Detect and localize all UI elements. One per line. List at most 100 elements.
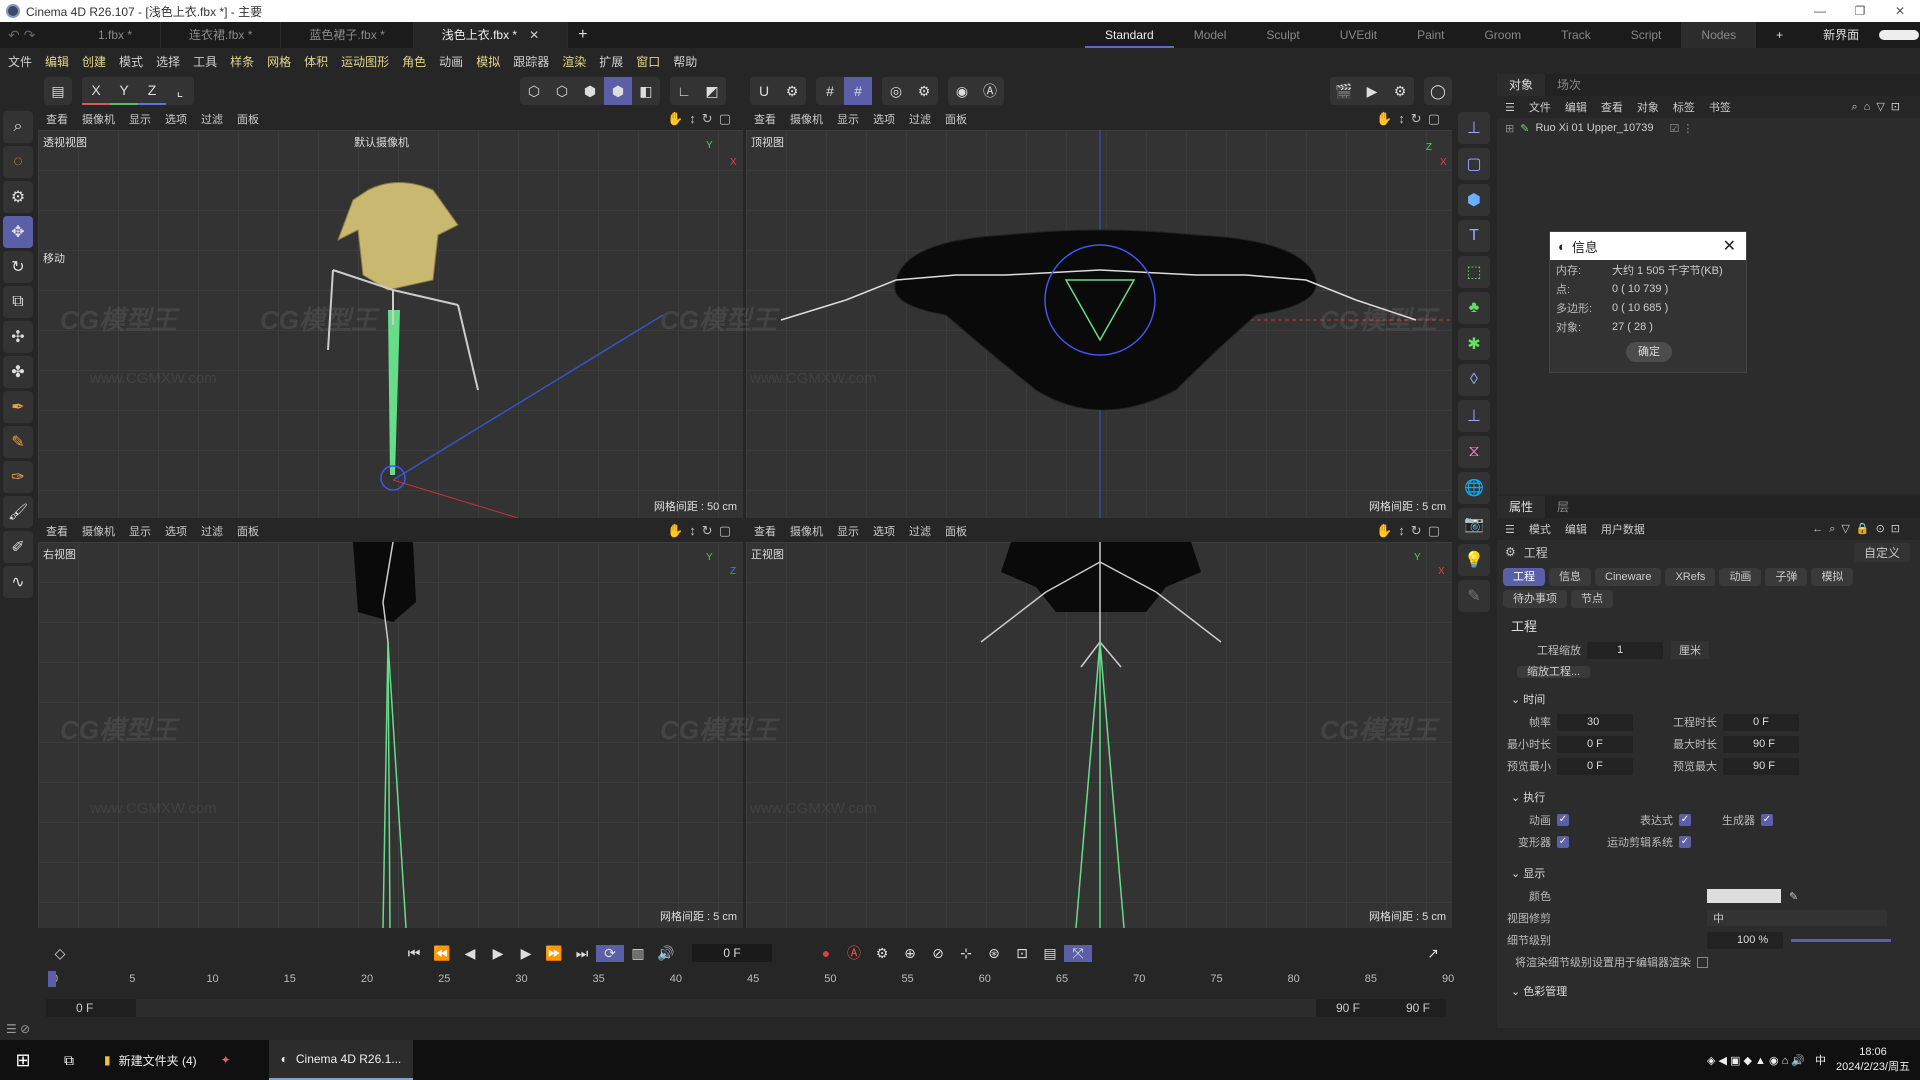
viewport-solo-icon[interactable]: ◉	[948, 77, 976, 105]
viewport-nav-icons[interactable]: ✋↕↻▢	[667, 523, 737, 539]
deformer-icon[interactable]: ◊	[1458, 364, 1490, 396]
keyframe-diamond-icon[interactable]: ◇	[46, 945, 74, 962]
x-axis-lock[interactable]: X	[82, 77, 110, 105]
transfer-tool-icon[interactable]: ✣	[3, 321, 33, 353]
sky-icon[interactable]: 🌐	[1458, 472, 1490, 504]
layout-script[interactable]: Script	[1611, 22, 1682, 48]
vp-menu-display[interactable]: 显示	[129, 111, 151, 127]
render-to-picture-viewer-icon[interactable]: ▶	[1358, 77, 1386, 105]
vp-menu-display[interactable]: 显示	[129, 523, 151, 539]
menu-edit[interactable]: 编辑	[45, 53, 69, 70]
effector-icon[interactable]: ✱	[1458, 328, 1490, 360]
om-menu-view[interactable]: 查看	[1601, 99, 1623, 115]
preview-min-input[interactable]: 0 F	[1557, 757, 1633, 775]
am-menu-userdata[interactable]: 用户数据	[1601, 521, 1645, 537]
generator-icon[interactable]: ⬚	[1458, 256, 1490, 288]
new-ui-toggle[interactable]	[1879, 22, 1920, 48]
chip-simulation[interactable]: 模拟	[1811, 568, 1854, 586]
layout-uvedit[interactable]: UVEdit	[1320, 22, 1397, 48]
timeline-ruler[interactable]: 051015202530354045505560657075808590	[46, 969, 1454, 999]
ok-button[interactable]: 确定	[1626, 342, 1672, 362]
placement-tool-icon[interactable]: ✤	[3, 356, 33, 388]
motion-system-checkbox[interactable]: ✓	[1679, 836, 1691, 848]
tab-takes[interactable]: 场次	[1545, 74, 1593, 96]
layout-paint[interactable]: Paint	[1397, 22, 1464, 48]
max-time-input[interactable]: 90 F	[1723, 735, 1799, 753]
vp-menu-display[interactable]: 显示	[837, 523, 859, 539]
expand-icon[interactable]: ⊞	[1505, 122, 1514, 135]
chip-bullet[interactable]: 子弹	[1765, 568, 1808, 586]
vp-menu-options[interactable]: 选项	[873, 523, 895, 539]
tab-attributes[interactable]: 属性	[1497, 496, 1546, 518]
om-menu-bookmarks[interactable]: 书签	[1709, 99, 1731, 115]
axis-mode-icon[interactable]: ∟	[670, 77, 698, 105]
project-scale-input[interactable]: 1	[1587, 641, 1663, 659]
menu-help[interactable]: 帮助	[673, 53, 697, 70]
key-pla-icon[interactable]: ⊡	[1008, 945, 1036, 962]
render-view-icon[interactable]: 🎬	[1330, 77, 1358, 105]
smooth-tool-icon[interactable]: ∿	[3, 566, 33, 598]
vp-menu-view[interactable]: 查看	[46, 111, 68, 127]
edges-mode-icon[interactable]: ⬡	[548, 77, 576, 105]
vp-menu-cameras[interactable]: 摄像机	[82, 523, 115, 539]
hamburger-icon[interactable]: ☰	[1505, 101, 1515, 114]
brush-tool-icon[interactable]: 🖌	[3, 496, 33, 528]
taskbar-item-app[interactable]: ✦	[209, 1040, 269, 1080]
redshift-icon[interactable]: ◯	[1424, 77, 1452, 105]
expressions-checkbox[interactable]: ✓	[1679, 814, 1691, 826]
polygons-mode-icon[interactable]: ⬢	[576, 77, 604, 105]
om-menu-object[interactable]: 对象	[1637, 99, 1659, 115]
om-menu-tags[interactable]: 标签	[1673, 99, 1695, 115]
eyedropper-icon[interactable]: ✎	[1789, 890, 1798, 903]
layout-track[interactable]: Track	[1541, 22, 1611, 48]
vp-menu-view[interactable]: 查看	[754, 523, 776, 539]
spline-arc-icon[interactable]: ✑	[3, 461, 33, 493]
layout-nodes[interactable]: Nodes	[1681, 22, 1757, 48]
lod-input[interactable]: 100 %	[1707, 931, 1783, 949]
am-toolbar-icons[interactable]: ←⌕▽🔒⊙⊡	[1812, 522, 1906, 536]
scale-project-button[interactable]: 缩放工程...	[1517, 666, 1591, 678]
windows-start-icon[interactable]: ⊞	[0, 1050, 46, 1071]
chip-animation[interactable]: 动画	[1719, 568, 1762, 586]
vp-menu-cameras[interactable]: 摄像机	[790, 111, 823, 127]
prev-frame-icon[interactable]: ◀	[456, 945, 484, 962]
tab-document[interactable]: 蓝色裙子.fbx *	[281, 22, 414, 48]
taskbar-item-folder[interactable]: ▮ 新建文件夹 (4)	[92, 1040, 209, 1080]
color-swatch[interactable]	[1707, 889, 1781, 903]
record-icon[interactable]: ●	[812, 945, 840, 961]
text-icon[interactable]: T	[1458, 220, 1490, 252]
fps-icon[interactable]: ▥	[624, 945, 652, 962]
rotate-tool-icon[interactable]: ↻	[3, 251, 33, 283]
tray-icons[interactable]: ◈ ◀ ▣ ◆ ▲ ◉ ⌂ 🔊	[1707, 1054, 1805, 1067]
vp-menu-view[interactable]: 查看	[46, 523, 68, 539]
menu-tracker[interactable]: 跟踪器	[513, 53, 549, 70]
locked-grid-icon[interactable]: #	[844, 77, 872, 105]
field-icon[interactable]: ⊥	[1458, 400, 1490, 432]
vp-menu-cameras[interactable]: 摄像机	[790, 523, 823, 539]
live-selection-icon[interactable]: ◌	[3, 146, 33, 178]
close-button[interactable]: ✕	[1880, 0, 1920, 22]
camera-icon[interactable]: 📷	[1458, 508, 1490, 540]
scale-unit-dropdown[interactable]: 厘米	[1671, 641, 1709, 659]
coordinate-system-icon[interactable]: ⌞	[166, 77, 194, 105]
cube-icon[interactable]: ⬢	[1458, 184, 1490, 216]
generators-checkbox[interactable]: ✓	[1761, 814, 1773, 826]
selection-settings-icon[interactable]: ⚙	[3, 181, 33, 213]
menu-animate[interactable]: 动画	[439, 53, 463, 70]
texture-mode-icon[interactable]: ◧	[632, 77, 660, 105]
chip-info[interactable]: 信息	[1549, 568, 1591, 586]
menu-volume[interactable]: 体积	[304, 53, 328, 70]
key-rotation-icon[interactable]: ⊘	[924, 945, 952, 962]
layout-groom[interactable]: Groom	[1464, 22, 1541, 48]
clock[interactable]: 18:06 2024/2/23/周五	[1836, 1045, 1910, 1075]
vp-menu-filter[interactable]: 过滤	[201, 523, 223, 539]
vp-menu-filter[interactable]: 过滤	[201, 111, 223, 127]
key-point-icon[interactable]: ▤	[1036, 945, 1064, 962]
section-display[interactable]: ⌄ 显示	[1497, 861, 1920, 885]
points-mode-icon[interactable]: ⬡	[520, 77, 548, 105]
loop-icon[interactable]: ⟳	[596, 944, 624, 962]
soft-selection-icon[interactable]: ◎	[882, 77, 910, 105]
fcurve-icon[interactable]: ↗	[1419, 945, 1447, 962]
menu-select[interactable]: 选择	[156, 53, 180, 70]
tab-document[interactable]: 连衣裙.fbx *	[161, 22, 282, 48]
